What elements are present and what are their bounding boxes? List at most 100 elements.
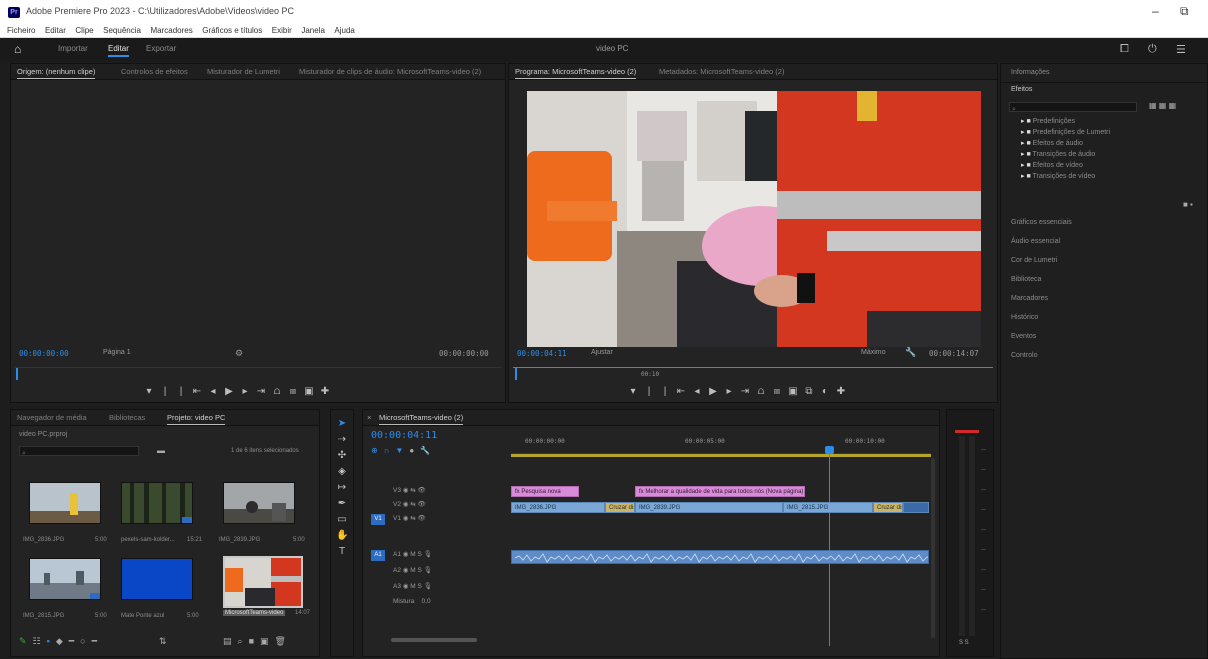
prog-mark-out-icon[interactable]: | <box>641 386 657 397</box>
thumb-blue-matte[interactable] <box>121 558 193 600</box>
tab-effect-controls[interactable]: Controlos de efeitos <box>121 67 188 76</box>
tree-audio-effects[interactable]: ▸ ■ Efeitos de áudio <box>1021 139 1083 147</box>
source-scrubber[interactable] <box>15 367 501 381</box>
home-icon[interactable]: ⌂ <box>14 42 21 56</box>
mark-out-icon[interactable]: | <box>157 386 173 397</box>
source-fit-select[interactable]: Página 1 <box>103 349 131 356</box>
ripple-edit-icon[interactable]: ✣ <box>336 450 348 462</box>
source-playhead[interactable] <box>16 368 18 380</box>
menu-clip[interactable]: Clipe <box>75 24 93 37</box>
button-editor-icon[interactable]: ✚ <box>317 386 333 397</box>
thumb-img-2836[interactable] <box>29 482 101 524</box>
control[interactable]: Controlo <box>1011 352 1037 359</box>
settings-dot-icon[interactable]: ● <box>409 446 420 455</box>
track-v3-header[interactable]: V3 ◉ ⇆ 👁 <box>393 486 426 494</box>
prog-export-frame-icon[interactable]: ▣ <box>785 386 801 397</box>
program-video-frame[interactable] <box>527 91 981 347</box>
lumetri-color[interactable]: Cor de Lumetri <box>1011 257 1057 264</box>
prog-step-back-icon[interactable]: ◂ <box>689 386 705 397</box>
source-patch-v1[interactable]: V1 <box>371 514 385 525</box>
history[interactable]: Histórico <box>1011 314 1038 321</box>
markers[interactable]: Marcadores <box>1011 295 1048 302</box>
rectangle-tool-icon[interactable]: ▭ <box>336 514 348 526</box>
track-a1-header[interactable]: A1 ◉ M S 🎙 <box>393 550 432 558</box>
clip-v1-img-2836[interactable]: IMG_2836.JPG <box>511 502 605 513</box>
tree-video-transitions[interactable]: ▸ ■ Transições de vídeo <box>1021 172 1095 180</box>
tree-video-effects[interactable]: ▸ ■ Efeitos de vídeo <box>1021 161 1083 169</box>
hand-tool-icon[interactable]: ✋ <box>336 530 348 542</box>
minimize-button[interactable]: – <box>1152 4 1159 18</box>
effects-search-input[interactable]: ⌕ <box>1009 102 1137 113</box>
extract-icon[interactable]: ⩎ <box>769 386 785 397</box>
menu-file[interactable]: Ficheiro <box>7 24 35 37</box>
pen-tool-icon[interactable]: ✒ <box>336 498 348 510</box>
compare-icon[interactable]: ⧉ <box>801 386 817 397</box>
razor-tool-icon[interactable]: ◈ <box>336 466 348 478</box>
timeline-timecode[interactable]: 00:00:04:11 <box>371 430 437 441</box>
timeline-h-scrollbar[interactable] <box>391 638 477 642</box>
tab-source[interactable]: Origem: (nenhum clipe) <box>17 67 96 79</box>
program-quality-select[interactable]: Máximo <box>861 349 886 356</box>
mark-in-icon[interactable]: ▾ <box>141 386 157 397</box>
tree-presets[interactable]: ▸ ■ Predefinições <box>1021 117 1075 125</box>
menu-sequence[interactable]: Sequência <box>103 24 141 37</box>
essential-graphics[interactable]: Gráficos essenciais <box>1011 219 1072 226</box>
selection-tool-icon[interactable]: ➤ <box>336 418 348 430</box>
clip-v1-img-2839[interactable]: IMG_2839.JPG <box>635 502 783 513</box>
tab-program[interactable]: Programa: MicrosoftTeams-video (2) <box>515 67 637 79</box>
workspaces-icon[interactable]: ⧠ <box>1120 43 1129 56</box>
timeline-playhead[interactable] <box>829 446 830 646</box>
tree-audio-transitions[interactable]: ▸ ■ Transições de áudio <box>1021 150 1095 158</box>
clear-icon[interactable]: | <box>173 386 189 397</box>
menu-edit[interactable]: Editar <box>45 24 66 37</box>
icon-view-icon[interactable]: ▪ <box>47 636 56 646</box>
source-timecode[interactable]: 00:00:00:00 <box>19 349 69 358</box>
tab-sequence[interactable]: MicrosoftTeams-video (2) <box>379 413 464 425</box>
prog-goto-in-icon[interactable]: ⇤ <box>673 386 689 397</box>
menu-view[interactable]: Exibir <box>272 24 292 37</box>
tab-edit[interactable]: Editar <box>108 44 129 57</box>
add-marker-icon[interactable]: ▼ <box>395 446 409 455</box>
settings-icon[interactable]: ⚙ <box>235 348 243 359</box>
program-scrubber[interactable]: 00:10 <box>513 367 993 381</box>
overwrite-icon[interactable]: ⩎ <box>285 386 301 397</box>
playhead-handle-icon[interactable] <box>825 446 834 454</box>
clip-v2-quality[interactable]: fx Melhorar a qualidade de vida para tod… <box>635 486 805 497</box>
prog-clear-icon[interactable]: | <box>657 386 673 397</box>
menu-window[interactable]: Janela <box>301 24 325 37</box>
wrench-timeline-icon[interactable]: 🔧 <box>420 446 436 455</box>
transition-1[interactable]: Cruzar dissolver <box>605 502 635 513</box>
prog-mark-in-icon[interactable]: ▾ <box>625 386 641 397</box>
tab-export[interactable]: Exportar <box>146 44 176 53</box>
insert-icon[interactable]: ⩍ <box>269 386 285 397</box>
step-forward-icon[interactable]: ▸ <box>237 386 253 397</box>
tab-project[interactable]: Projeto: video PC <box>167 413 226 425</box>
export-frame-icon[interactable]: ▣ <box>301 386 317 397</box>
tab-metadata[interactable]: Metadados: MicrosoftTeams-video (2) <box>659 67 784 76</box>
goto-out-icon[interactable]: ⇥ <box>253 386 269 397</box>
prog-play-icon[interactable]: ▶ <box>705 386 721 397</box>
linked-selection-icon[interactable]: ∩ <box>384 446 396 455</box>
tab-lumetri[interactable]: Misturador de Lumetri <box>207 67 280 76</box>
timeline-v-scrollbar[interactable] <box>931 458 935 638</box>
slip-tool-icon[interactable]: ↦ <box>336 482 348 494</box>
new-bin-button-icon[interactable]: ■ <box>249 636 260 646</box>
clip-v1-img-2815[interactable]: IMG_2815.JPG <box>783 502 873 513</box>
work-area-bar[interactable] <box>511 454 931 457</box>
prog-button-editor-icon[interactable]: ✚ <box>833 386 849 397</box>
program-timecode[interactable]: 00:00:04:11 <box>517 349 567 358</box>
track-select-icon[interactable]: ⇢ <box>336 434 348 446</box>
thumb-img-2815[interactable] <box>29 558 101 600</box>
prog-goto-out-icon[interactable]: ⇥ <box>737 386 753 397</box>
clip-v1-teams-video[interactable] <box>903 502 929 513</box>
program-fit-select[interactable]: Ajustar <box>591 349 613 356</box>
track-a3-header[interactable]: A3 ◉ M S 🎙 <box>393 582 432 590</box>
tab-media-browser[interactable]: Navegador de média <box>17 413 87 422</box>
track-v2-header[interactable]: V2 ◉ ⇆ 👁 <box>393 500 426 508</box>
accelerated-filter-icon[interactable]: ▦ ▦ ▦ <box>1149 101 1176 110</box>
tab-libraries[interactable]: Bibliotecas <box>109 413 145 422</box>
thumb-img-2839[interactable] <box>223 482 295 524</box>
zoom-slider[interactable]: ━○━ <box>69 636 103 646</box>
info-header[interactable]: Informações <box>1011 69 1050 76</box>
timeline-close-icon[interactable]: × <box>367 413 371 422</box>
